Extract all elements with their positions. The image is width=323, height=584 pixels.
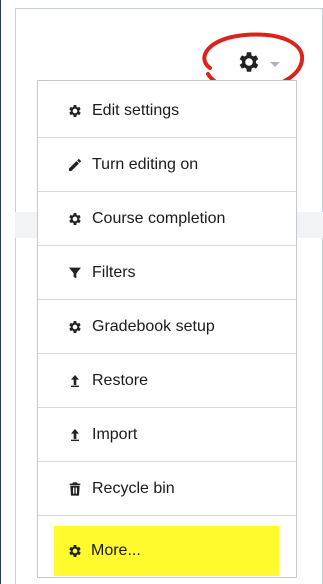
filter-icon bbox=[67, 265, 83, 281]
menu-item-label: Filters bbox=[92, 263, 136, 281]
menu-item-edit-settings[interactable]: Edit settings bbox=[38, 84, 296, 138]
upload-arrow-icon bbox=[67, 373, 83, 389]
actions-dropdown-menu: Edit settings Turn editing on Course com… bbox=[37, 80, 297, 578]
menu-item-label: Turn editing on bbox=[92, 155, 199, 173]
gear-icon bbox=[239, 52, 259, 72]
menu-item-label: Course completion bbox=[92, 209, 226, 227]
menu-item-more[interactable]: More... bbox=[54, 526, 279, 576]
menu-item-gradebook-setup[interactable]: Gradebook setup bbox=[38, 300, 296, 354]
menu-item-label: Recycle bin bbox=[92, 479, 175, 497]
menu-item-label: Edit settings bbox=[92, 101, 180, 119]
upload-arrow-icon bbox=[67, 427, 83, 443]
chevron-down-icon bbox=[270, 61, 280, 67]
menu-item-label: Import bbox=[92, 425, 138, 443]
menu-item-recycle-bin[interactable]: Recycle bin bbox=[38, 462, 296, 516]
menu-item-course-completion[interactable]: Course completion bbox=[38, 192, 296, 246]
gear-icon bbox=[67, 103, 83, 119]
actions-menu-toggle[interactable] bbox=[228, 42, 298, 82]
menu-item-turn-editing-on[interactable]: Turn editing on bbox=[38, 138, 296, 192]
gear-icon bbox=[67, 543, 83, 559]
trash-icon bbox=[67, 481, 83, 497]
menu-item-restore[interactable]: Restore bbox=[38, 354, 296, 408]
menu-item-label: Restore bbox=[92, 371, 149, 389]
gear-icon bbox=[67, 211, 83, 227]
left-border bbox=[1, 0, 16, 584]
gear-icon bbox=[67, 319, 83, 335]
menu-item-import[interactable]: Import bbox=[38, 408, 296, 462]
pencil-icon bbox=[67, 157, 83, 173]
top-border bbox=[15, 0, 323, 9]
menu-item-filters[interactable]: Filters bbox=[38, 246, 296, 300]
screenshot-frame: Edit settings Turn editing on Course com… bbox=[0, 0, 323, 584]
menu-item-label: Gradebook setup bbox=[92, 317, 215, 335]
menu-item-label: More... bbox=[91, 542, 141, 559]
